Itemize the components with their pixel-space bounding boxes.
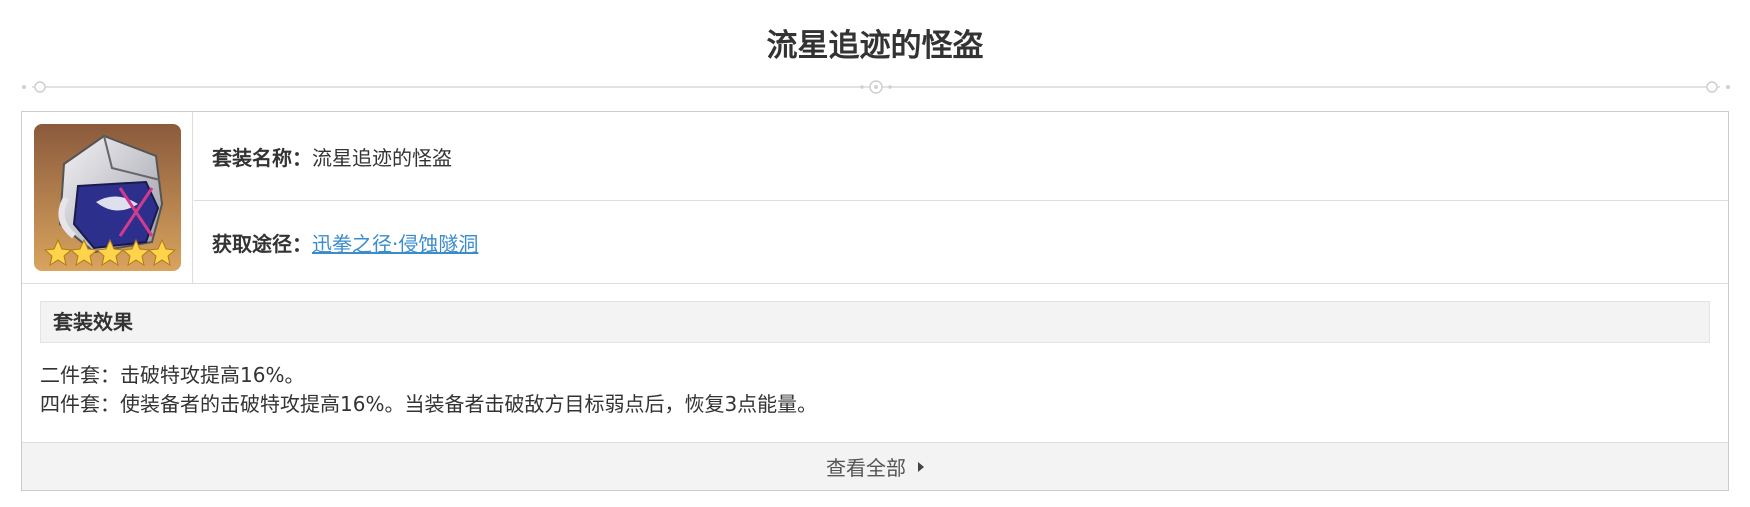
relic-mask-icon	[34, 124, 181, 271]
ornament-divider	[22, 80, 1730, 94]
source-row: 获取途径： 迅拳之径·侵蚀隧洞	[194, 201, 1728, 283]
set-name-value: 流星追迹的怪盗	[312, 145, 452, 170]
thumbnail-cell	[22, 112, 193, 283]
relic-set-page: 流星追迹的怪盗 套装名称： 流星追迹的怪盗 获取途径： 迅拳之径·侵蚀隧洞 套装…	[0, 0, 1750, 507]
set-effects-section: 套装效果 二件套：击破特攻提高16%。 四件套：使装备者的击破特攻提高16%。当…	[40, 301, 1710, 419]
source-label: 获取途径：	[212, 231, 312, 256]
set-name-label: 套装名称：	[212, 145, 312, 170]
page-title: 流星追迹的怪盗	[766, 28, 984, 64]
view-all-button[interactable]: 查看全部	[22, 442, 1728, 490]
set-name-row: 套装名称： 流星追迹的怪盗	[194, 112, 1728, 201]
set-info-table: 套装名称： 流星追迹的怪盗 获取途径： 迅拳之径·侵蚀隧洞	[22, 112, 1728, 284]
four-piece-effect: 四件套：使装备者的击破特攻提高16%。当装备者击破敌方目标弱点后，恢复3点能量。	[40, 392, 818, 416]
relic-set-card: 套装名称： 流星追迹的怪盗 获取途径： 迅拳之径·侵蚀隧洞 套装效果 二件套：击…	[21, 111, 1729, 491]
two-piece-effect: 二件套：击破特攻提高16%。	[40, 363, 305, 387]
set-effects-heading: 套装效果	[40, 301, 1710, 343]
caret-right-icon	[918, 461, 924, 472]
view-all-label: 查看全部	[826, 456, 906, 480]
set-effects-body: 二件套：击破特攻提高16%。 四件套：使装备者的击破特攻提高16%。当装备者击破…	[40, 361, 1710, 419]
source-link[interactable]: 迅拳之径·侵蚀隧洞	[312, 228, 478, 257]
